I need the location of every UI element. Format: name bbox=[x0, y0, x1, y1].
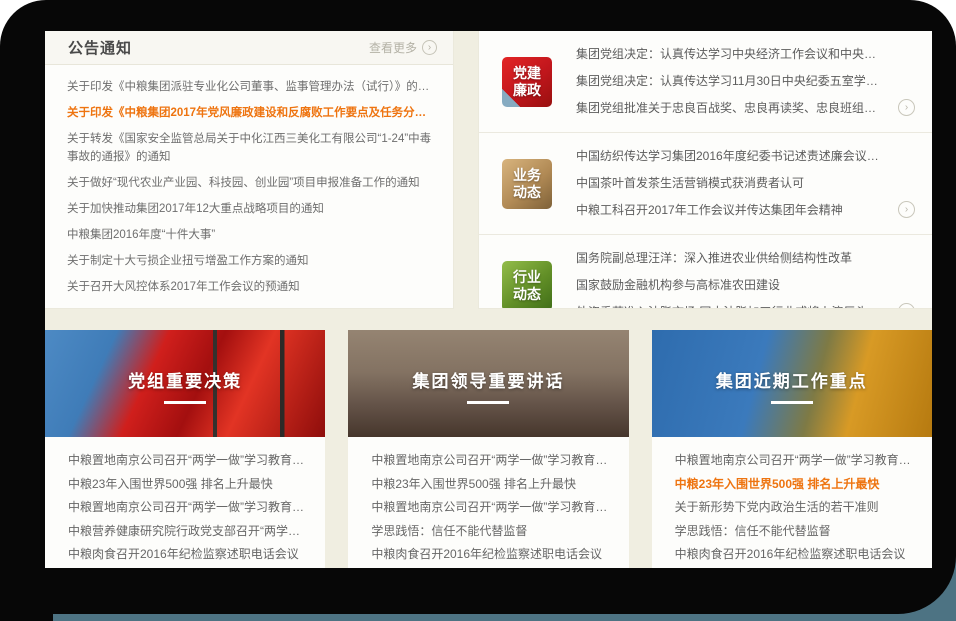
bottom-row: 党组重要决策 中粮置地南京公司召开“两学一做”学习教育第三 ... 中粮23年入… bbox=[45, 330, 932, 568]
industry-badge-image: 行业 动态 bbox=[502, 261, 552, 309]
column-title: 集团近期工作重点 bbox=[716, 367, 868, 392]
news-list: 国务院副总理汪洋：深入推进农业供给侧结构性改革 国家鼓励金融机构参与高标准农田建… bbox=[552, 245, 888, 308]
announcement-item-highlighted[interactable]: 关于印发《中粮集团2017年党风廉政建设和反腐败工作要点及任务分工》的通知 bbox=[67, 104, 433, 122]
business-badge-image: 业务 动态 bbox=[502, 159, 552, 209]
column-item[interactable]: 中粮23年入围世界500强 排名上升最快 bbox=[68, 473, 309, 497]
announcement-item[interactable]: 关于加快推动集团2017年12大重点战略项目的通知 bbox=[67, 200, 433, 218]
party-building-badge-image: 党建 廉政 bbox=[502, 57, 552, 107]
news-item[interactable]: 集团党组批准关于忠良百战奖、忠良再读奖、忠良班组奖和忠良百战奖... bbox=[576, 95, 888, 122]
top-row: 公告通知 查看更多 › 关于印发《中粮集团派驻专业化公司董事、监事管理办法（试行… bbox=[45, 31, 932, 308]
news-item[interactable]: 中国茶叶首发茶生活营销模式获消费者认可 bbox=[576, 170, 888, 197]
badge-label-line1: 党建 bbox=[513, 65, 541, 82]
news-item[interactable]: 中国纺织传达学习集团2016年度纪委书记述责述廉会议精神 bbox=[576, 143, 888, 170]
announcements-title: 公告通知 bbox=[68, 37, 132, 58]
column-item[interactable]: 中粮肉食召开2016年纪检监察述职电话会议 bbox=[68, 543, 309, 567]
column-title: 集团领导重要讲话 bbox=[412, 367, 564, 392]
announcements-list: 关于印发《中粮集团派驻专业化公司董事、监事管理办法（试行）》的通知 关于印发《中… bbox=[45, 65, 453, 296]
news-section-industry: 行业 动态 国务院副总理汪洋：深入推进农业供给侧结构性改革 国家鼓励金融机构参与… bbox=[479, 235, 932, 308]
column-recent-work-focus: 集团近期工作重点 中粮置地南京公司召开“两学一做”学习教育第三 ... 中粮23… bbox=[652, 330, 932, 568]
more-label: 查看更多 bbox=[369, 39, 417, 56]
announcement-item[interactable]: 关于召开大风控体系2017年工作会议的预通知 bbox=[67, 278, 433, 296]
news-section-party-building: 党建 廉政 集团党组决定：认真传达学习中央经济工作会议和中央农村工作委员会...… bbox=[479, 31, 932, 133]
grain-header-image: 集团近期工作重点 bbox=[652, 330, 932, 437]
column-item[interactable]: 中粮置地南京公司召开“两学一做”学习教育第三 ... bbox=[68, 496, 309, 520]
column-item[interactable]: 学思践悟：信任不能代替监督 bbox=[675, 520, 916, 544]
podium-header-image: 集团领导重要讲话 bbox=[348, 330, 628, 437]
news-panel: 党建 廉政 集团党组决定：认真传达学习中央经济工作会议和中央农村工作委员会...… bbox=[479, 31, 932, 308]
column-item-highlighted[interactable]: 中粮23年入围世界500强 排名上升最快 bbox=[675, 473, 916, 497]
news-section-business: 业务 动态 中国纺织传达学习集团2016年度纪委书记述责述廉会议精神 中国茶叶首… bbox=[479, 133, 932, 235]
column-title: 党组重要决策 bbox=[128, 367, 242, 392]
announcement-item[interactable]: 关于制定十大亏损企业扭亏增盈工作方案的通知 bbox=[67, 252, 433, 270]
news-item[interactable]: 集团党组决定：认真传达学习中央经济工作会议和中央农村工作委员会... bbox=[576, 41, 888, 68]
column-item[interactable]: 学思践悟：信任不能代替监督 bbox=[371, 520, 612, 544]
column-item[interactable]: 中粮置地南京公司召开“两学一做”学习教育第三 ... bbox=[68, 449, 309, 473]
announcements-header: 公告通知 查看更多 › bbox=[45, 31, 453, 65]
column-item[interactable]: 中粮置地南京公司召开“两学一做”学习教育第三 ... bbox=[675, 449, 916, 473]
portal-content: 公告通知 查看更多 › 关于印发《中粮集团派驻专业化公司董事、监事管理办法（试行… bbox=[45, 31, 932, 568]
column-item[interactable]: 中粮肉食召开2016年纪检监察述职电话会议 bbox=[371, 543, 612, 567]
news-item[interactable]: 集团党组决定：认真传达学习11月30日中央纪委五室学习纪要 bbox=[576, 68, 888, 95]
badge-label-line1: 行业 bbox=[513, 269, 541, 286]
announcements-panel: 公告通知 查看更多 › 关于印发《中粮集团派驻专业化公司董事、监事管理办法（试行… bbox=[45, 31, 453, 308]
page-canvas: 公告通知 查看更多 › 关于印发《中粮集团派驻专业化公司董事、监事管理办法（试行… bbox=[0, 0, 956, 621]
badge-label-line1: 业务 bbox=[513, 167, 541, 184]
announcement-item[interactable]: 关于做好“现代农业产业园、科技园、创业园”项目申报准备工作的通知 bbox=[67, 174, 433, 192]
column-party-decisions: 党组重要决策 中粮置地南京公司召开“两学一做”学习教育第三 ... 中粮23年入… bbox=[45, 330, 325, 568]
section-more-arrow-icon[interactable]: › bbox=[898, 303, 915, 308]
device-frame-foot bbox=[0, 612, 53, 621]
badge-label-line2: 动态 bbox=[513, 184, 541, 201]
news-item[interactable]: 中粮工科召开2017年工作会议并传达集团年会精神 bbox=[576, 197, 888, 224]
title-underline bbox=[467, 401, 509, 404]
announcements-more-link[interactable]: 查看更多 › bbox=[369, 39, 437, 56]
section-more-arrow-icon[interactable]: › bbox=[898, 201, 915, 218]
column-list: 中粮置地南京公司召开“两学一做”学习教育第三 ... 中粮23年入围世界500强… bbox=[348, 437, 628, 567]
chevron-right-icon: › bbox=[422, 40, 437, 55]
column-item[interactable]: 关于新形势下党内政治生活的若干准则 bbox=[675, 496, 916, 520]
badge-label-line2: 动态 bbox=[513, 286, 541, 303]
announcement-item[interactable]: 关于印发《中粮集团派驻专业化公司董事、监事管理办法（试行）》的通知 bbox=[67, 78, 433, 96]
column-item[interactable]: 中粮置地南京公司召开“两学一做”学习教育第三 ... bbox=[371, 449, 612, 473]
column-item[interactable]: 中粮肉食召开2016年纪检监察述职电话会议 bbox=[675, 543, 916, 567]
column-list: 中粮置地南京公司召开“两学一做”学习教育第三 ... 中粮23年入围世界500强… bbox=[45, 437, 325, 567]
news-list: 中国纺织传达学习集团2016年度纪委书记述责述廉会议精神 中国茶叶首发茶生活营销… bbox=[552, 143, 888, 224]
news-item[interactable]: 国家鼓励金融机构参与高标准农田建设 bbox=[576, 272, 888, 299]
badge-label-line2: 廉政 bbox=[513, 82, 541, 99]
title-underline bbox=[164, 401, 206, 404]
column-item[interactable]: 中粮营养健康研究院行政党支部召开“两学一做” ... bbox=[68, 520, 309, 544]
column-leader-speeches: 集团领导重要讲话 中粮置地南京公司召开“两学一做”学习教育第三 ... 中粮23… bbox=[348, 330, 628, 568]
column-list: 中粮置地南京公司召开“两学一做”学习教育第三 ... 中粮23年入围世界500强… bbox=[652, 437, 932, 567]
news-list: 集团党组决定：认真传达学习中央经济工作会议和中央农村工作委员会... 集团党组决… bbox=[552, 41, 888, 122]
red-flags-header-image: 党组重要决策 bbox=[45, 330, 325, 437]
title-underline bbox=[771, 401, 813, 404]
column-item[interactable]: 中粮置地南京公司召开“两学一做”学习教育第三 ... bbox=[371, 496, 612, 520]
section-more-arrow-icon[interactable]: › bbox=[898, 99, 915, 116]
news-item[interactable]: 外资重获准入油脂市场,国内油脂加工行业或将上演巨头混战 bbox=[576, 299, 888, 308]
column-item[interactable]: 中粮23年入围世界500强 排名上升最快 bbox=[371, 473, 612, 497]
announcement-item[interactable]: 中粮集团2016年度“十件大事” bbox=[67, 226, 433, 244]
announcement-item[interactable]: 关于转发《国家安全监管总局关于中化江西三美化工有限公司“1-24”中毒事故的通报… bbox=[67, 130, 433, 166]
news-item[interactable]: 国务院副总理汪洋：深入推进农业供给侧结构性改革 bbox=[576, 245, 888, 272]
